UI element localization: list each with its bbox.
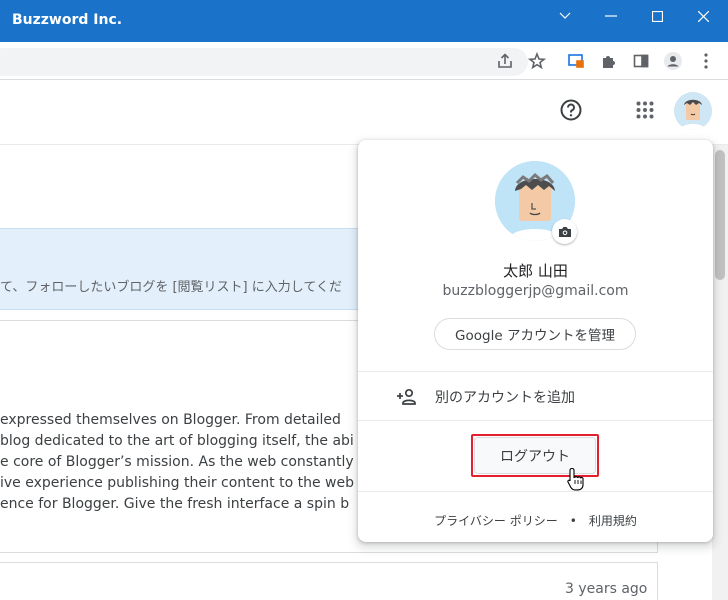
account-avatar[interactable] xyxy=(674,92,712,130)
help-icon[interactable] xyxy=(559,98,583,122)
window-titlebar: Buzzword Inc. xyxy=(0,0,728,42)
footer-links: プライバシー ポリシー • 利用規約 xyxy=(358,512,713,529)
terms-link[interactable]: 利用規約 xyxy=(589,514,637,528)
account-email: buzzbloggerjp@gmail.com xyxy=(442,283,629,299)
post-text-line: blog dedicated to the art of blogging it… xyxy=(0,433,354,449)
manage-account-button[interactable]: Google アカウントを管理 xyxy=(434,318,636,350)
add-account-label: 別のアカウントを追加 xyxy=(435,390,575,406)
separator-dot: • xyxy=(569,514,577,528)
apps-grid-icon[interactable] xyxy=(636,101,654,119)
hand-pointer-icon xyxy=(567,467,584,491)
post-text-line: expressed themselves on Blogger. From de… xyxy=(0,412,341,428)
extension-cast-icon[interactable] xyxy=(566,51,586,71)
account-popup: 太郎 山田 buzzbloggerjp@gmail.com Google アカウ… xyxy=(358,140,713,542)
side-panel-icon[interactable] xyxy=(631,51,651,71)
address-bar[interactable] xyxy=(0,48,528,76)
profile-icon[interactable] xyxy=(663,51,683,71)
camera-icon[interactable] xyxy=(552,219,577,244)
kebab-menu-icon[interactable] xyxy=(696,51,716,71)
browser-toolbar xyxy=(0,42,728,80)
post-text-line: ive experience publishing their content … xyxy=(0,475,354,491)
add-account-button[interactable]: 別のアカウントを追加 xyxy=(358,372,713,420)
close-icon[interactable] xyxy=(680,0,726,32)
post-text-line: e core of Blogger’s mission. As the web … xyxy=(0,454,354,470)
account-name: 太郎 山田 xyxy=(503,262,568,280)
post-timestamp: 3 years ago xyxy=(565,581,648,597)
divider xyxy=(358,491,713,492)
minimize-icon[interactable] xyxy=(588,0,634,32)
info-banner xyxy=(0,228,380,310)
privacy-policy-link[interactable]: プライバシー ポリシー xyxy=(434,514,558,528)
bookmark-star-icon[interactable] xyxy=(527,51,547,71)
window-title: Buzzword Inc. xyxy=(12,12,123,28)
maximize-icon[interactable] xyxy=(634,0,680,32)
post-card xyxy=(0,562,658,600)
puzzle-icon[interactable] xyxy=(599,51,619,71)
banner-text: て、フォローしたいブログを [閲覧リスト] に入力してくだ xyxy=(0,280,342,295)
chevron-down-icon[interactable] xyxy=(542,0,588,32)
share-icon[interactable] xyxy=(495,51,515,71)
post-text-line: ence for Blogger. Give the fresh interfa… xyxy=(0,496,350,512)
scrollbar-thumb[interactable] xyxy=(715,150,725,280)
app-header xyxy=(0,81,728,145)
person-add-icon xyxy=(397,388,416,405)
divider xyxy=(358,420,713,421)
